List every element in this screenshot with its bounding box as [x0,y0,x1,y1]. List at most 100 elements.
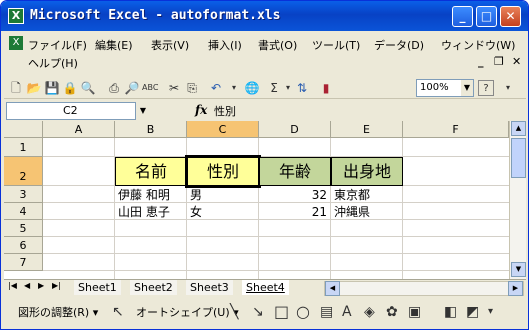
name-box-dropdown-icon[interactable]: ▼ [137,102,149,120]
rectangle-icon[interactable]: □ [274,304,289,320]
column-header-b[interactable]: B [115,121,187,138]
cell-b4[interactable]: 山田 恵子 [118,204,170,220]
next-sheet-icon[interactable]: ▶ [38,281,44,290]
title-bar[interactable]: X Microsoft Excel - autoformat.xls _ □ ✕ [1,1,528,31]
select-pointer-icon[interactable]: ↖ [112,304,124,320]
menu-edit[interactable]: 編集(E) [95,37,133,53]
menu-help[interactable]: ヘルプ(H) [28,55,78,71]
drawing-options-icon[interactable]: ▾ [488,304,493,320]
save-icon[interactable]: 💾 [44,80,60,96]
horizontal-scrollbar[interactable]: ◀ ▶ [324,281,524,296]
row-header-5[interactable]: 5 [4,220,43,237]
minimize-button[interactable]: _ [452,6,473,27]
spelling-icon[interactable]: ABC [142,80,158,96]
vertical-scrollbar[interactable]: ▲ ▼ [509,121,526,279]
formula-value[interactable]: 性別 [214,103,236,119]
row-header-2[interactable]: 2 [4,157,43,186]
cell-c3[interactable]: 男 [190,187,202,203]
gridline [43,270,509,271]
column-header-d[interactable]: D [259,121,331,138]
menu-insert[interactable]: 挿入(I) [208,37,242,53]
workbook-close-button[interactable]: ✕ [512,55,521,68]
sheet-tab-1[interactable]: Sheet1 [74,280,121,295]
cell-d4[interactable]: 21 [259,204,327,220]
autoshapes-menu[interactable]: オートシェイプ(U) ▾ [136,304,239,320]
help-icon[interactable]: ? [478,80,494,96]
research-icon[interactable]: 🔍 [80,80,96,96]
worksheet-grid[interactable]: A B C D E F 1 2 3 4 5 6 7 名前 性別 年齢 出身地 伊… [4,121,526,279]
cut-icon[interactable]: ✂ [166,80,182,96]
textbox-icon[interactable]: ▤ [320,304,333,320]
prev-sheet-icon[interactable]: ◀ [24,281,30,290]
menu-data[interactable]: データ(D) [374,37,424,53]
new-icon[interactable]: 🗋 [8,80,24,96]
column-header-c[interactable]: C [187,121,259,138]
excel-app-icon[interactable]: X [8,8,24,24]
sort-icon[interactable]: ⇅ [294,80,310,96]
last-sheet-icon[interactable]: ▶| [52,281,61,290]
menu-view[interactable]: 表示(V) [151,37,189,53]
cell-c4[interactable]: 女 [190,204,202,220]
sheet-tab-3[interactable]: Sheet3 [186,280,233,295]
row-header-7[interactable]: 7 [4,254,43,271]
sheet-tab-4[interactable]: Sheet4 [242,280,289,295]
row-header-3[interactable]: 3 [4,186,43,203]
column-header-a[interactable]: A [43,121,115,138]
row-header-1[interactable]: 1 [4,138,43,157]
picture-icon[interactable]: ▣ [408,304,421,320]
scroll-left-icon[interactable]: ◀ [325,281,340,296]
insert-function-icon[interactable]: fx [195,103,207,117]
menu-file[interactable]: ファイル(F) [28,37,87,53]
3d-icon[interactable]: ◩ [466,304,479,320]
header-cell-age[interactable]: 年齢 [259,157,331,186]
toolbar-options-icon[interactable]: ▾ [500,80,516,96]
adjust-shapes-menu[interactable]: 図形の調整(R) ▾ [18,304,98,320]
sheet-tab-2[interactable]: Sheet2 [130,280,177,295]
permission-icon[interactable]: 🔒 [62,80,78,96]
preview-icon[interactable]: 🔎 [124,80,140,96]
first-sheet-icon[interactable]: |◀ [8,281,17,290]
menu-format[interactable]: 書式(O) [258,37,297,53]
chart-icon[interactable]: ▮ [318,80,334,96]
undo-dropdown-icon[interactable]: ▾ [226,80,242,96]
maximize-button[interactable]: □ [476,6,497,27]
arrow-icon[interactable]: ↘ [252,304,264,320]
line-icon[interactable]: ╲ [230,304,238,320]
wordart-icon[interactable]: A [342,304,352,320]
cell-d3[interactable]: 32 [259,187,327,203]
name-box[interactable]: C2 [6,102,136,120]
header-cell-hometown[interactable]: 出身地 [331,157,403,186]
workbook-icon[interactable]: X [9,36,23,50]
standard-toolbar: 🗋 📂 💾 🔒 🔍 ⎙ 🔎 ABC ✂ ⎘ ↶ ▾ 🌐 Σ ▾ ⇅ ▮ 100%… [4,77,526,99]
workbook-minimize-button[interactable]: _ [478,55,484,68]
header-cell-gender[interactable]: 性別 [185,155,261,188]
close-button[interactable]: ✕ [500,6,521,27]
menu-window[interactable]: ウィンドウ(W) [441,37,515,53]
undo-icon[interactable]: ↶ [208,80,224,96]
cell-e4[interactable]: 沖縄県 [334,204,370,220]
zoom-box[interactable]: 100% ▼ [416,79,474,97]
menu-tools[interactable]: ツール(T) [312,37,360,53]
zoom-dropdown-icon[interactable]: ▼ [461,80,473,96]
row-header-4[interactable]: 4 [4,203,43,220]
row-header-6[interactable]: 6 [4,237,43,254]
scroll-right-icon[interactable]: ▶ [508,281,523,296]
diagram-icon[interactable]: ◈ [364,304,375,320]
shadow-icon[interactable]: ◧ [444,304,457,320]
cell-e3[interactable]: 東京都 [334,187,370,203]
column-header-e[interactable]: E [331,121,403,138]
open-icon[interactable]: 📂 [26,80,42,96]
scroll-up-icon[interactable]: ▲ [511,121,526,136]
cell-b3[interactable]: 伊藤 和明 [118,187,170,203]
column-header-f[interactable]: F [403,121,509,138]
hyperlink-icon[interactable]: 🌐 [244,80,260,96]
copy-icon[interactable]: ⎘ [184,80,200,96]
header-cell-name[interactable]: 名前 [115,157,187,186]
select-all-corner[interactable] [4,121,43,138]
scroll-down-icon[interactable]: ▼ [511,262,526,277]
scroll-thumb[interactable] [511,138,526,178]
clipart-icon[interactable]: ✿ [386,304,398,320]
oval-icon[interactable]: ○ [296,304,310,320]
print-icon[interactable]: ⎙ [106,80,122,96]
workbook-restore-button[interactable]: ❐ [494,55,504,68]
